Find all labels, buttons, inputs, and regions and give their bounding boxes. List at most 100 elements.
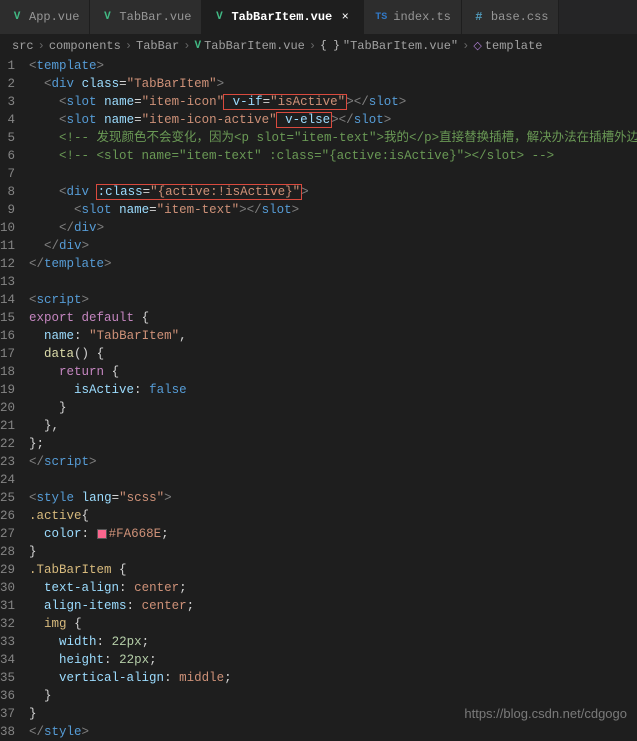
- tab-base-css[interactable]: # base.css: [462, 0, 560, 34]
- code-line[interactable]: <slot name="item-text"></slot>: [29, 201, 637, 219]
- line-number: 34: [0, 651, 15, 669]
- line-number: 8: [0, 183, 15, 201]
- line-number: 25: [0, 489, 15, 507]
- line-number: 24: [0, 471, 15, 489]
- code-line[interactable]: <slot name="item-icon-active" v-else></s…: [29, 111, 637, 129]
- line-number: 28: [0, 543, 15, 561]
- line-number: 4: [0, 111, 15, 129]
- code-line[interactable]: return {: [29, 363, 637, 381]
- line-number: 1: [0, 57, 15, 75]
- css-icon: #: [472, 10, 486, 24]
- code-line[interactable]: .active{: [29, 507, 637, 525]
- tab-label: TabBarItem.vue: [231, 10, 332, 24]
- line-number: 37: [0, 705, 15, 723]
- code-line[interactable]: <script>: [29, 291, 637, 309]
- tab-index-ts[interactable]: TS index.ts: [364, 0, 462, 34]
- crumb-src[interactable]: src: [12, 39, 34, 53]
- line-number: 11: [0, 237, 15, 255]
- line-number: 33: [0, 633, 15, 651]
- line-number: 9: [0, 201, 15, 219]
- code-line[interactable]: </div>: [29, 219, 637, 237]
- code-editor[interactable]: 1234567891011121314151617181920212223242…: [0, 57, 637, 741]
- code-line[interactable]: [29, 165, 637, 183]
- tab-app-vue[interactable]: V App.vue: [0, 0, 90, 34]
- code-line[interactable]: <div :class="{active:!isActive}">: [29, 183, 637, 201]
- line-number: 32: [0, 615, 15, 633]
- crumb-tabbar[interactable]: TabBar: [136, 39, 179, 53]
- crumb-components[interactable]: components: [49, 39, 121, 53]
- tab-tabbar-vue[interactable]: V TabBar.vue: [90, 0, 202, 34]
- editor-tabs: V App.vue V TabBar.vue V TabBarItem.vue …: [0, 0, 637, 35]
- code-line[interactable]: .TabBarItem {: [29, 561, 637, 579]
- code-line[interactable]: },: [29, 417, 637, 435]
- code-line[interactable]: vertical-align: middle;: [29, 669, 637, 687]
- code-line[interactable]: </div>: [29, 237, 637, 255]
- line-number: 6: [0, 147, 15, 165]
- tab-label: App.vue: [29, 10, 79, 24]
- code-line[interactable]: </script>: [29, 453, 637, 471]
- code-line[interactable]: isActive: false: [29, 381, 637, 399]
- code-line[interactable]: text-align: center;: [29, 579, 637, 597]
- braces-icon: { }: [320, 40, 340, 52]
- line-number: 23: [0, 453, 15, 471]
- tab-label: base.css: [491, 10, 549, 24]
- code-line[interactable]: export default {: [29, 309, 637, 327]
- line-number: 30: [0, 579, 15, 597]
- line-number: 2: [0, 75, 15, 93]
- breadcrumb: src › components › TabBar › V TabBarItem…: [0, 35, 637, 57]
- code-content[interactable]: <template> <div class="TabBarItem"> <slo…: [29, 57, 637, 741]
- code-line[interactable]: width: 22px;: [29, 633, 637, 651]
- code-line[interactable]: color: #FA668E;: [29, 525, 637, 543]
- vue-icon: V: [100, 10, 114, 24]
- tab-label: TabBar.vue: [119, 10, 191, 24]
- line-number: 20: [0, 399, 15, 417]
- code-line[interactable]: [29, 471, 637, 489]
- vue-icon: V: [194, 40, 201, 52]
- crumb-file[interactable]: V TabBarItem.vue: [194, 39, 304, 53]
- code-line[interactable]: height: 22px;: [29, 651, 637, 669]
- line-number: 38: [0, 723, 15, 741]
- code-line[interactable]: }: [29, 399, 637, 417]
- code-line[interactable]: <!-- <slot name="item-text" :class="{act…: [29, 147, 637, 165]
- line-gutter: 1234567891011121314151617181920212223242…: [0, 57, 29, 741]
- code-line[interactable]: <div class="TabBarItem">: [29, 75, 637, 93]
- chevron-right-icon: ›: [38, 39, 45, 53]
- code-line[interactable]: <slot name="item-icon" v-if="isActive"><…: [29, 93, 637, 111]
- line-number: 19: [0, 381, 15, 399]
- line-number: 3: [0, 93, 15, 111]
- code-line[interactable]: }: [29, 543, 637, 561]
- code-line[interactable]: <!-- 发现颜色不会变化，因为<p slot="item-text">我的</…: [29, 129, 637, 147]
- code-line[interactable]: name: "TabBarItem",: [29, 327, 637, 345]
- crumb-symbol[interactable]: { } "TabBarItem.vue": [320, 39, 458, 53]
- line-number: 10: [0, 219, 15, 237]
- code-line[interactable]: </style>: [29, 723, 637, 741]
- line-number: 7: [0, 165, 15, 183]
- close-icon[interactable]: ×: [337, 10, 353, 24]
- line-number: 36: [0, 687, 15, 705]
- code-line[interactable]: <style lang="scss">: [29, 489, 637, 507]
- code-line[interactable]: }: [29, 687, 637, 705]
- line-number: 35: [0, 669, 15, 687]
- ts-icon: TS: [374, 10, 388, 24]
- line-number: 13: [0, 273, 15, 291]
- code-line[interactable]: </template>: [29, 255, 637, 273]
- tab-tabbaritem-vue[interactable]: V TabBarItem.vue ×: [202, 0, 364, 34]
- line-number: 14: [0, 291, 15, 309]
- chevron-right-icon: ›: [309, 39, 316, 53]
- line-number: 18: [0, 363, 15, 381]
- code-line[interactable]: [29, 273, 637, 291]
- vue-icon: V: [212, 10, 226, 24]
- tab-label: index.ts: [393, 10, 451, 24]
- symbol-icon: ◇: [473, 39, 481, 53]
- code-line[interactable]: <template>: [29, 57, 637, 75]
- code-line[interactable]: data() {: [29, 345, 637, 363]
- crumb-template[interactable]: ◇ template: [473, 39, 542, 53]
- code-line[interactable]: img {: [29, 615, 637, 633]
- vue-icon: V: [10, 10, 24, 24]
- code-line[interactable]: };: [29, 435, 637, 453]
- chevron-right-icon: ›: [125, 39, 132, 53]
- code-line[interactable]: align-items: center;: [29, 597, 637, 615]
- line-number: 22: [0, 435, 15, 453]
- line-number: 16: [0, 327, 15, 345]
- line-number: 17: [0, 345, 15, 363]
